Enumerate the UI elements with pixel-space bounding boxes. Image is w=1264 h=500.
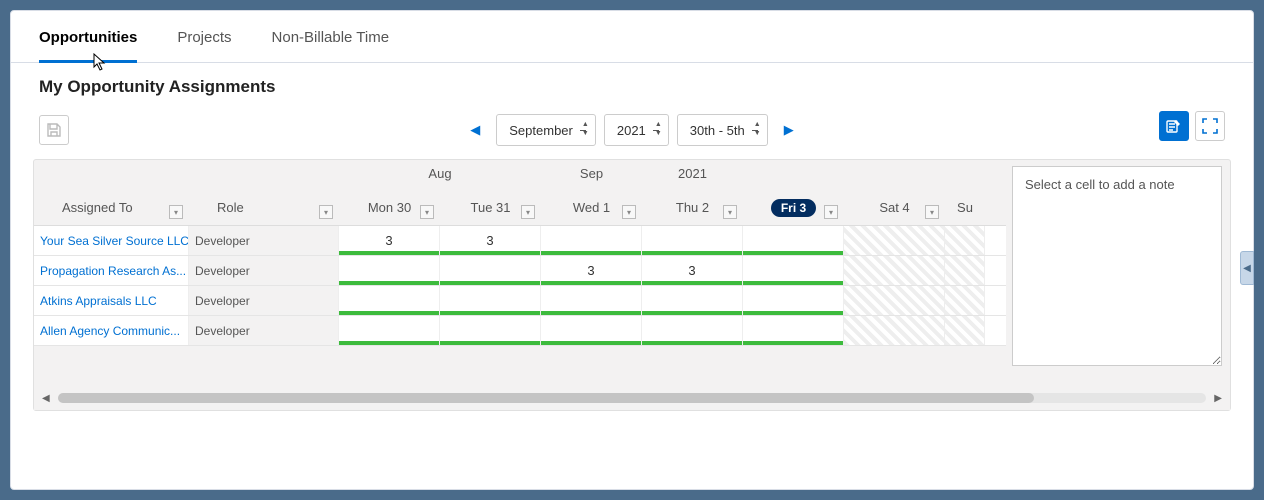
edit-mode-button[interactable] (1159, 111, 1189, 141)
col-day-2: Wed 1▾ (541, 190, 642, 225)
col-day-4-today: Fri 3▾ (743, 190, 844, 225)
hours-cell[interactable] (743, 256, 844, 285)
week-value: 30th - 5th (690, 123, 745, 138)
expand-icon (1202, 118, 1218, 134)
date-nav: ◀ September ▲▼ 2021 ▲▼ 30th - 5th ▲▼ ▶ (462, 114, 801, 146)
hours-cell[interactable]: 3 (440, 226, 541, 255)
filter-icon[interactable]: ▾ (319, 205, 333, 219)
hours-cell[interactable] (642, 286, 743, 315)
hours-cell[interactable] (945, 316, 985, 345)
assignment-link[interactable]: Allen Agency Communic... (34, 316, 189, 345)
hours-cell[interactable] (440, 316, 541, 345)
hours-cell[interactable] (844, 226, 945, 255)
scroll-thumb[interactable] (58, 393, 1034, 403)
hours-cell[interactable] (743, 316, 844, 345)
hours-cell[interactable] (844, 256, 945, 285)
stepper-icon: ▲▼ (754, 120, 761, 138)
hours-cell[interactable] (642, 316, 743, 345)
scroll-right-icon[interactable]: ▶ (1214, 393, 1222, 404)
filter-icon[interactable]: ▾ (420, 205, 434, 219)
prev-week-arrow[interactable]: ◀ (462, 122, 488, 138)
hours-cell[interactable] (642, 226, 743, 255)
filter-icon[interactable]: ▾ (622, 205, 636, 219)
tab-non-billable[interactable]: Non-Billable Time (272, 29, 390, 62)
note-placeholder: Select a cell to add a note (1025, 177, 1175, 192)
hours-cell[interactable] (440, 256, 541, 285)
month-year: 2021 (642, 160, 743, 190)
hours-cell[interactable] (844, 316, 945, 345)
hours-cell[interactable] (541, 226, 642, 255)
assignment-link[interactable]: Propagation Research As... (34, 256, 189, 285)
month-header-row: Aug Sep 2021 (34, 160, 1006, 190)
hours-cell[interactable] (945, 256, 985, 285)
hours-cell[interactable]: 3 (339, 226, 440, 255)
next-week-arrow[interactable]: ▶ (776, 122, 802, 138)
table-row: Allen Agency Communic...Developer (34, 316, 1006, 346)
note-panel[interactable]: Select a cell to add a note (1012, 166, 1222, 366)
role-cell: Developer (189, 226, 339, 255)
col-day-5: Sat 4▾ (844, 190, 945, 225)
timesheet-grid: Aug Sep 2021 Assigned To ▾ Role ▾ (33, 159, 1231, 411)
edit-icon (1166, 118, 1182, 134)
col-day-6: Su (945, 190, 985, 225)
save-button[interactable] (39, 115, 69, 145)
tab-bar: Opportunities Projects Non-Billable Time (11, 11, 1253, 63)
month-sep: Sep (541, 160, 642, 190)
day-header-row: Assigned To ▾ Role ▾ Mon 30▾ Tue 31▾ Wed… (34, 190, 1006, 226)
stepper-icon: ▲▼ (582, 120, 589, 138)
col-assigned-to: Assigned To ▾ (34, 190, 189, 225)
save-icon (46, 122, 62, 138)
col-day-3: Thu 2▾ (642, 190, 743, 225)
table-row: Atkins Appraisals LLCDeveloper (34, 286, 1006, 316)
hours-cell[interactable] (339, 316, 440, 345)
scroll-track[interactable] (58, 393, 1207, 403)
hours-cell[interactable] (945, 226, 985, 255)
col-day-0: Mon 30▾ (339, 190, 440, 225)
tab-projects[interactable]: Projects (177, 29, 231, 62)
hours-cell[interactable]: 3 (642, 256, 743, 285)
hours-cell[interactable]: 3 (541, 256, 642, 285)
toolbar: ◀ September ▲▼ 2021 ▲▼ 30th - 5th ▲▼ ▶ (33, 111, 1231, 149)
table-row: Propagation Research As...Developer 33 (34, 256, 1006, 286)
panel-collapse-handle[interactable]: ◀ (1240, 251, 1254, 285)
role-cell: Developer (189, 316, 339, 345)
month-picker[interactable]: September ▲▼ (496, 114, 596, 146)
week-picker[interactable]: 30th - 5th ▲▼ (677, 114, 768, 146)
month-aug: Aug (339, 160, 541, 190)
assignment-link[interactable]: Your Sea Silver Source LLC (34, 226, 189, 255)
stepper-icon: ▲▼ (655, 120, 662, 138)
horizontal-scrollbar[interactable]: ◀ ▶ (34, 386, 1230, 410)
filter-icon[interactable]: ▾ (723, 205, 737, 219)
col-day-1: Tue 31▾ (440, 190, 541, 225)
col-role: Role ▾ (189, 190, 339, 225)
hours-cell[interactable] (945, 286, 985, 315)
filter-icon[interactable]: ▾ (521, 205, 535, 219)
hours-cell[interactable] (844, 286, 945, 315)
role-cell: Developer (189, 286, 339, 315)
month-value: September (509, 123, 573, 138)
scroll-left-icon[interactable]: ◀ (42, 393, 50, 404)
filter-icon[interactable]: ▾ (169, 205, 183, 219)
hours-cell[interactable] (541, 286, 642, 315)
hours-cell[interactable] (339, 256, 440, 285)
hours-cell[interactable] (541, 316, 642, 345)
hours-cell[interactable] (743, 286, 844, 315)
table-row: Your Sea Silver Source LLCDeveloper33 (34, 226, 1006, 256)
assignment-link[interactable]: Atkins Appraisals LLC (34, 286, 189, 315)
role-cell: Developer (189, 256, 339, 285)
year-picker[interactable]: 2021 ▲▼ (604, 114, 669, 146)
hours-cell[interactable] (440, 286, 541, 315)
tab-opportunities[interactable]: Opportunities (39, 29, 137, 63)
filter-icon[interactable]: ▾ (824, 205, 838, 219)
hours-cell[interactable] (743, 226, 844, 255)
fullscreen-button[interactable] (1195, 111, 1225, 141)
filter-icon[interactable]: ▾ (925, 205, 939, 219)
year-value: 2021 (617, 123, 646, 138)
hours-cell[interactable] (339, 286, 440, 315)
page-title: My Opportunity Assignments (39, 77, 1231, 97)
